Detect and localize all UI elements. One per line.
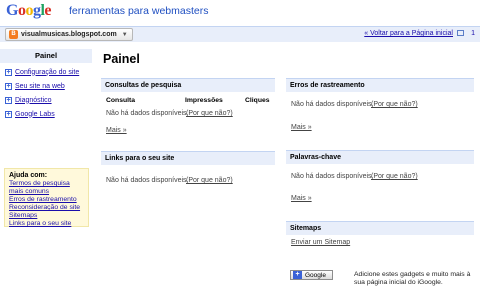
help-link-crawl-errors[interactable]: Erros de rastreamento	[9, 196, 84, 204]
sidebar-item-site-config[interactable]: + Configuração do site	[0, 65, 92, 79]
sidebar-item-label[interactable]: Diagnóstico	[15, 97, 52, 104]
blogger-icon: B	[9, 30, 18, 39]
help-link-sitemaps[interactable]: Sitemaps	[9, 212, 84, 220]
back-to-home-link[interactable]: « Voltar para a Página inicial	[364, 30, 453, 37]
site-selector-button[interactable]: B visualmusicas.blogspot.com ▼	[5, 28, 133, 41]
product-name: ferramentas para webmasters	[69, 5, 209, 17]
sidebar-item-google-labs[interactable]: + Google Labs	[0, 107, 92, 121]
sidebar-heading[interactable]: Painel	[0, 49, 92, 63]
app-header: Google ferramentas para webmasters	[0, 0, 480, 24]
expand-icon[interactable]: +	[5, 110, 12, 118]
keywords-no-data: Não há dados disponíveis.	[291, 173, 374, 180]
column-impressions: Impressões	[185, 97, 223, 104]
sidebar-item-label[interactable]: Seu site na web	[15, 83, 65, 90]
igoogle-note: Adicione estes gadgets e muito mais à su…	[354, 271, 471, 286]
sitemaps-panel-heading: Sitemaps	[286, 221, 474, 235]
links-no-data: Não há dados disponíveis.	[106, 177, 189, 184]
expand-icon[interactable]: +	[5, 82, 12, 90]
help-box: Ajuda com: Termos de pesquisa mais comun…	[4, 168, 89, 227]
queries-panel-heading: Consultas de pesquisa	[101, 78, 275, 92]
submit-sitemap-link[interactable]: Enviar um Sitemap	[291, 239, 350, 246]
help-link-links-to-site[interactable]: Links para o seu site	[9, 220, 84, 228]
plus-icon: +	[293, 271, 302, 279]
queries-why-link[interactable]: (Por que não?)	[186, 110, 233, 117]
sidebar-item-label[interactable]: Configuração do site	[15, 69, 79, 76]
links-why-link[interactable]: (Por que não?)	[186, 177, 233, 184]
site-name: visualmusicas.blogspot.com	[21, 31, 117, 38]
expand-icon[interactable]: +	[5, 96, 12, 104]
keywords-more-link[interactable]: Mais »	[291, 195, 312, 202]
help-title: Ajuda com:	[9, 172, 48, 179]
sidebar-item-your-site-on-web[interactable]: + Seu site na web	[0, 79, 92, 93]
help-link-top-queries[interactable]: Termos de pesquisa mais comuns	[9, 180, 84, 196]
crawl-errors-no-data: Não há dados disponíveis.	[291, 101, 374, 108]
chevron-down-icon: ▼	[121, 31, 128, 38]
mail-icon[interactable]	[457, 30, 464, 36]
page-title: Painel	[103, 52, 140, 66]
crawl-errors-why-link[interactable]: (Por que não?)	[371, 101, 418, 108]
crawl-errors-more-link[interactable]: Mais »	[291, 124, 312, 131]
help-link-reconsideration[interactable]: Reconsideração de site	[9, 204, 84, 212]
links-panel-heading: Links para o seu site	[101, 151, 275, 165]
queries-more-link[interactable]: Mais »	[106, 127, 127, 134]
sidebar: Painel + Configuração do site + Seu site…	[0, 49, 92, 121]
keywords-panel-heading: Palavras-chave	[286, 150, 474, 164]
google-logo[interactable]: Google	[6, 2, 51, 20]
add-to-igoogle-button[interactable]: + Google	[290, 270, 333, 280]
column-clicks: Cliques	[245, 97, 270, 104]
sidebar-item-diagnostics[interactable]: + Diagnóstico	[0, 93, 92, 107]
site-bar: B visualmusicas.blogspot.com ▼ « Voltar …	[0, 26, 480, 42]
keywords-why-link[interactable]: (Por que não?)	[371, 173, 418, 180]
crawl-errors-panel-heading: Erros de rastreamento	[286, 78, 474, 92]
add-to-igoogle-label: Google	[305, 271, 326, 279]
expand-icon[interactable]: +	[5, 68, 12, 76]
queries-no-data: Não há dados disponíveis.	[106, 110, 189, 117]
sidebar-item-label[interactable]: Google Labs	[15, 111, 55, 118]
column-query: Consulta	[106, 97, 136, 104]
mail-count[interactable]: 1	[471, 30, 475, 37]
